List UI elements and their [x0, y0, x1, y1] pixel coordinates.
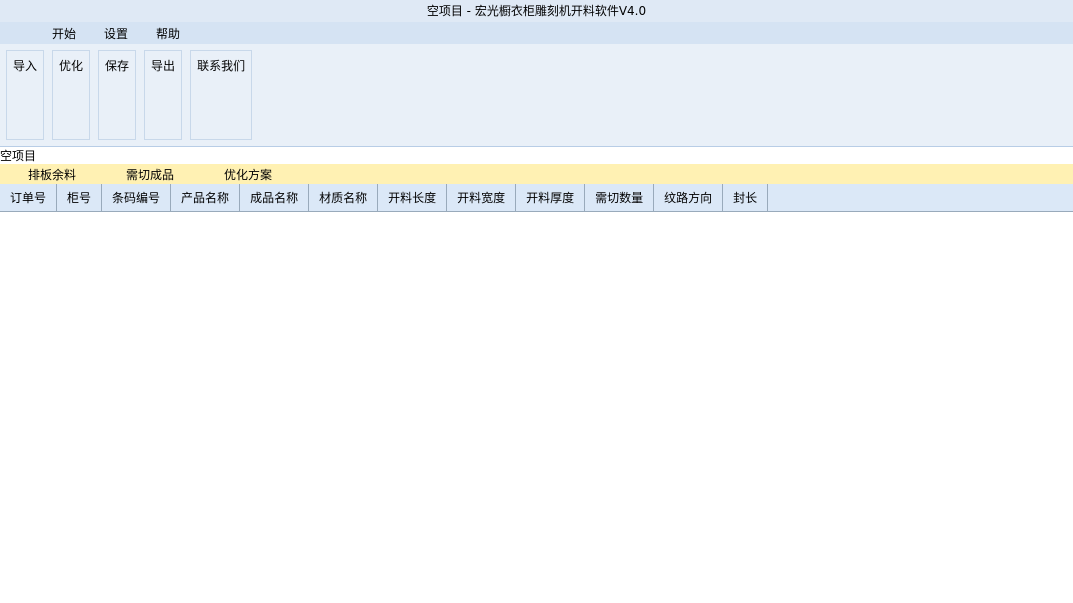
window-title: 空项目 - 宏光橱衣柜雕刻机开料软件V4.0: [0, 0, 1073, 22]
col-3[interactable]: 条码编号: [102, 184, 172, 211]
sub-tab-3[interactable]: 优化方案: [202, 164, 294, 184]
group-export[interactable]: 导出: [144, 50, 183, 140]
tab-settings[interactable]: 设置: [92, 22, 140, 44]
col-5[interactable]: 成品名称: [240, 184, 310, 211]
sub-tab-2[interactable]: 需切成品: [104, 164, 196, 184]
sub-tab-1[interactable]: 排板余料: [6, 164, 98, 184]
col-12[interactable]: 封长: [723, 184, 769, 211]
group-optimize[interactable]: 优化: [52, 50, 91, 140]
col-10[interactable]: 需切数量: [585, 184, 655, 211]
col-8[interactable]: 开料宽度: [447, 184, 517, 211]
col-4[interactable]: 产品名称: [171, 184, 241, 211]
tab-help[interactable]: 帮助: [144, 22, 192, 44]
col-9[interactable]: 开料厚度: [516, 184, 586, 211]
col-11[interactable]: 纹路方向: [654, 184, 724, 211]
tab-start[interactable]: 开始: [40, 22, 88, 44]
group-contact[interactable]: 联系我们: [190, 50, 253, 140]
col-1[interactable]: 订单号: [0, 184, 58, 211]
doc-tab[interactable]: 空项目: [0, 147, 1073, 164]
group-save[interactable]: 保存: [98, 50, 137, 140]
col-6[interactable]: 材质名称: [309, 184, 379, 211]
group-import[interactable]: 导入: [6, 50, 45, 140]
col-7[interactable]: 开料长度: [378, 184, 448, 211]
col-2[interactable]: 柜号: [57, 184, 103, 211]
